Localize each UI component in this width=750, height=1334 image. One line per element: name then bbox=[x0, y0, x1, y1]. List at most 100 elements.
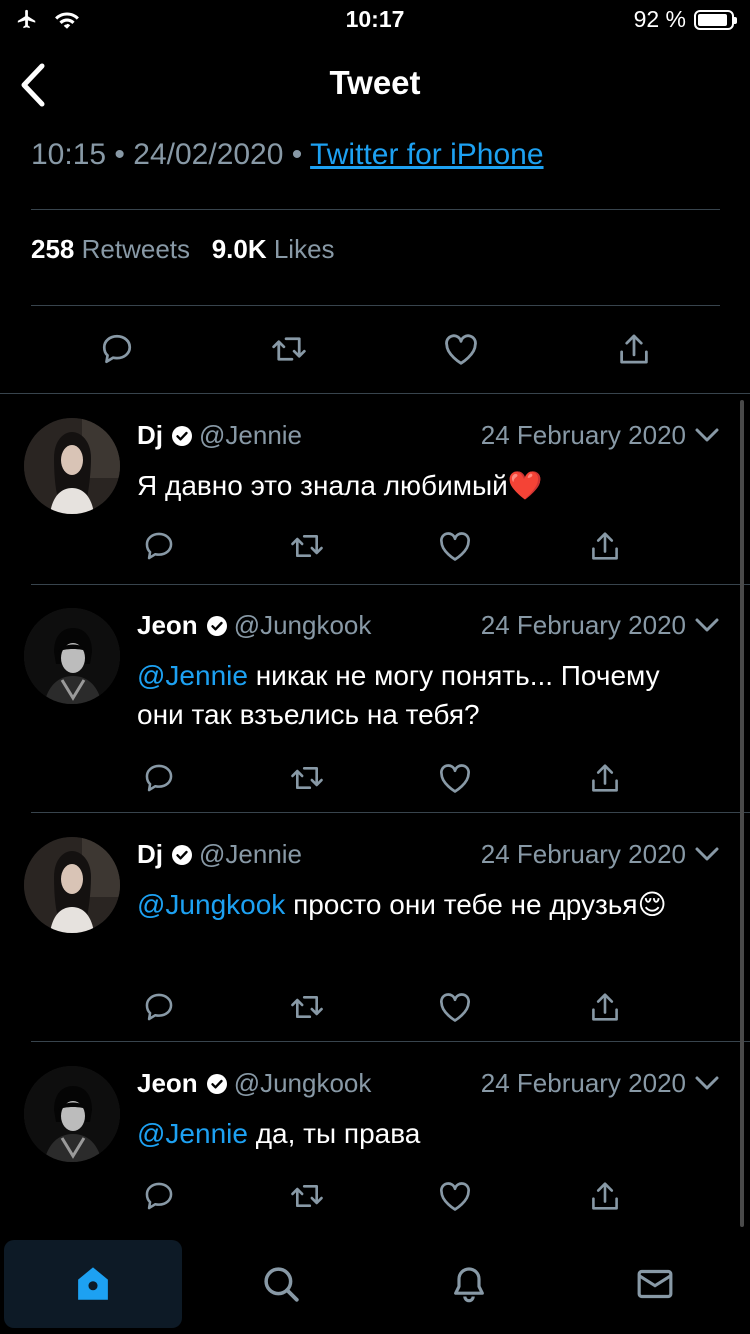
retweet-icon bbox=[289, 761, 325, 795]
tweet-source-link[interactable]: Twitter for iPhone bbox=[310, 138, 543, 171]
reply-date: 24 February 2020 bbox=[480, 610, 686, 640]
retweet-button[interactable] bbox=[285, 756, 329, 800]
reply-text: @Jungkook просто они тебе не друзья😌 bbox=[137, 885, 710, 924]
retweets-stat[interactable]: 258 Retweets bbox=[31, 234, 190, 264]
display-name[interactable]: Jeon bbox=[137, 610, 198, 640]
tab-messages[interactable] bbox=[566, 1240, 744, 1328]
reply-icon bbox=[99, 331, 135, 367]
notifications-icon bbox=[449, 1263, 489, 1305]
divider bbox=[31, 209, 720, 210]
reply-icon bbox=[142, 990, 176, 1024]
share-icon bbox=[590, 1179, 620, 1213]
verified-badge-icon bbox=[171, 425, 193, 447]
retweet-icon bbox=[289, 529, 325, 563]
like-button[interactable] bbox=[433, 524, 477, 568]
battery-percent: 92 % bbox=[633, 6, 686, 32]
share-button[interactable] bbox=[583, 756, 627, 800]
reply-date: 24 February 2020 bbox=[480, 839, 686, 869]
tab-notifications[interactable] bbox=[380, 1240, 558, 1328]
mention-link[interactable]: @Jungkook bbox=[137, 889, 285, 920]
tab-home[interactable] bbox=[4, 1240, 182, 1328]
messages-icon bbox=[635, 1266, 675, 1302]
reply-button[interactable] bbox=[137, 756, 181, 800]
retweet-button[interactable] bbox=[285, 524, 329, 568]
avatar[interactable] bbox=[24, 418, 120, 514]
share-button[interactable] bbox=[583, 524, 627, 568]
chevron-down-icon[interactable] bbox=[694, 616, 720, 634]
display-name[interactable]: Dj bbox=[137, 839, 163, 869]
share-icon bbox=[590, 529, 620, 563]
mention-link[interactable]: @Jennie bbox=[137, 1118, 248, 1149]
chevron-down-icon[interactable] bbox=[694, 1074, 720, 1092]
likes-count: 9.0K bbox=[211, 234, 267, 264]
home-icon bbox=[72, 1263, 114, 1305]
tab-search[interactable] bbox=[192, 1240, 370, 1328]
likes-label: Likes bbox=[273, 234, 335, 264]
meta-separator: • bbox=[114, 138, 125, 171]
share-button[interactable] bbox=[583, 1174, 627, 1218]
reply-tweet[interactable]: Jeon @Jungkook 24 February 2020 @Jennie д… bbox=[0, 1042, 750, 1236]
reply-icon bbox=[142, 761, 176, 795]
retweet-icon bbox=[270, 331, 308, 367]
share-button[interactable] bbox=[583, 985, 627, 1029]
display-name[interactable]: Dj bbox=[137, 420, 163, 450]
meta-separator: • bbox=[291, 138, 303, 171]
tab-bar bbox=[0, 1236, 750, 1334]
user-handle[interactable]: @Jungkook bbox=[234, 1068, 372, 1098]
reply-text: Я давно это знала любимый❤️ bbox=[137, 466, 710, 505]
relieved-face-emoji: 😌 bbox=[637, 889, 667, 920]
retweets-label: Retweets bbox=[81, 234, 191, 264]
retweet-button[interactable] bbox=[285, 1174, 329, 1218]
likes-stat[interactable]: 9.0K Likes bbox=[212, 234, 335, 264]
share-icon bbox=[590, 990, 620, 1024]
tweet-stats: 258 Retweets 9.0K Likes bbox=[31, 234, 335, 265]
tweet-meta: 10:15 • 24/02/2020 • Twitter for iPhone bbox=[31, 138, 544, 172]
like-button[interactable] bbox=[433, 985, 477, 1029]
user-handle[interactable]: @Jennie bbox=[199, 839, 302, 869]
chevron-down-icon[interactable] bbox=[694, 845, 720, 863]
reply-button[interactable] bbox=[137, 1174, 181, 1218]
reply-actions bbox=[137, 756, 637, 800]
scrollbar[interactable] bbox=[740, 400, 744, 1227]
retweets-count: 258 bbox=[31, 234, 75, 264]
like-icon bbox=[443, 332, 479, 366]
reply-icon bbox=[142, 1179, 176, 1213]
avatar[interactable] bbox=[24, 608, 120, 704]
verified-badge-icon bbox=[171, 844, 193, 866]
like-icon bbox=[438, 1180, 472, 1212]
chevron-down-icon[interactable] bbox=[694, 426, 720, 444]
mention-link[interactable]: @Jennie bbox=[137, 660, 248, 691]
like-button[interactable] bbox=[433, 756, 477, 800]
divider bbox=[31, 305, 720, 306]
user-handle[interactable]: @Jennie bbox=[199, 420, 302, 450]
reply-tweet[interactable]: Jeon @Jungkook 24 February 2020 @Jennie н… bbox=[0, 584, 750, 813]
avatar[interactable] bbox=[24, 1066, 120, 1162]
status-bar: 10:17 92 % bbox=[0, 0, 750, 40]
reply-icon bbox=[142, 529, 176, 563]
retweet-button[interactable] bbox=[264, 324, 314, 374]
tweet-actions bbox=[0, 324, 750, 374]
reply-body: просто они тебе не друзья bbox=[285, 889, 638, 920]
like-button[interactable] bbox=[436, 324, 486, 374]
like-button[interactable] bbox=[433, 1174, 477, 1218]
share-button[interactable] bbox=[609, 324, 659, 374]
reply-text: @Jennie да, ты права bbox=[137, 1114, 710, 1153]
reply-actions bbox=[137, 985, 637, 1029]
reply-button[interactable] bbox=[92, 324, 142, 374]
retweet-icon bbox=[289, 990, 325, 1024]
verified-badge-icon bbox=[206, 615, 228, 637]
retweet-button[interactable] bbox=[285, 985, 329, 1029]
avatar[interactable] bbox=[24, 837, 120, 933]
reply-body: да, ты права bbox=[247, 1118, 421, 1149]
reply-button[interactable] bbox=[137, 524, 181, 568]
search-icon bbox=[260, 1263, 302, 1305]
reply-tweet[interactable]: Dj @Jennie 24 February 2020 @Jungkook про… bbox=[0, 813, 750, 1042]
reply-date: 24 February 2020 bbox=[480, 1068, 686, 1098]
retweet-icon bbox=[289, 1179, 325, 1213]
battery-icon bbox=[694, 9, 737, 30]
display-name[interactable]: Jeon bbox=[137, 1068, 198, 1098]
user-handle[interactable]: @Jungkook bbox=[234, 610, 372, 640]
reply-actions bbox=[137, 1174, 637, 1218]
reply-actions bbox=[137, 524, 637, 568]
reply-button[interactable] bbox=[137, 985, 181, 1029]
